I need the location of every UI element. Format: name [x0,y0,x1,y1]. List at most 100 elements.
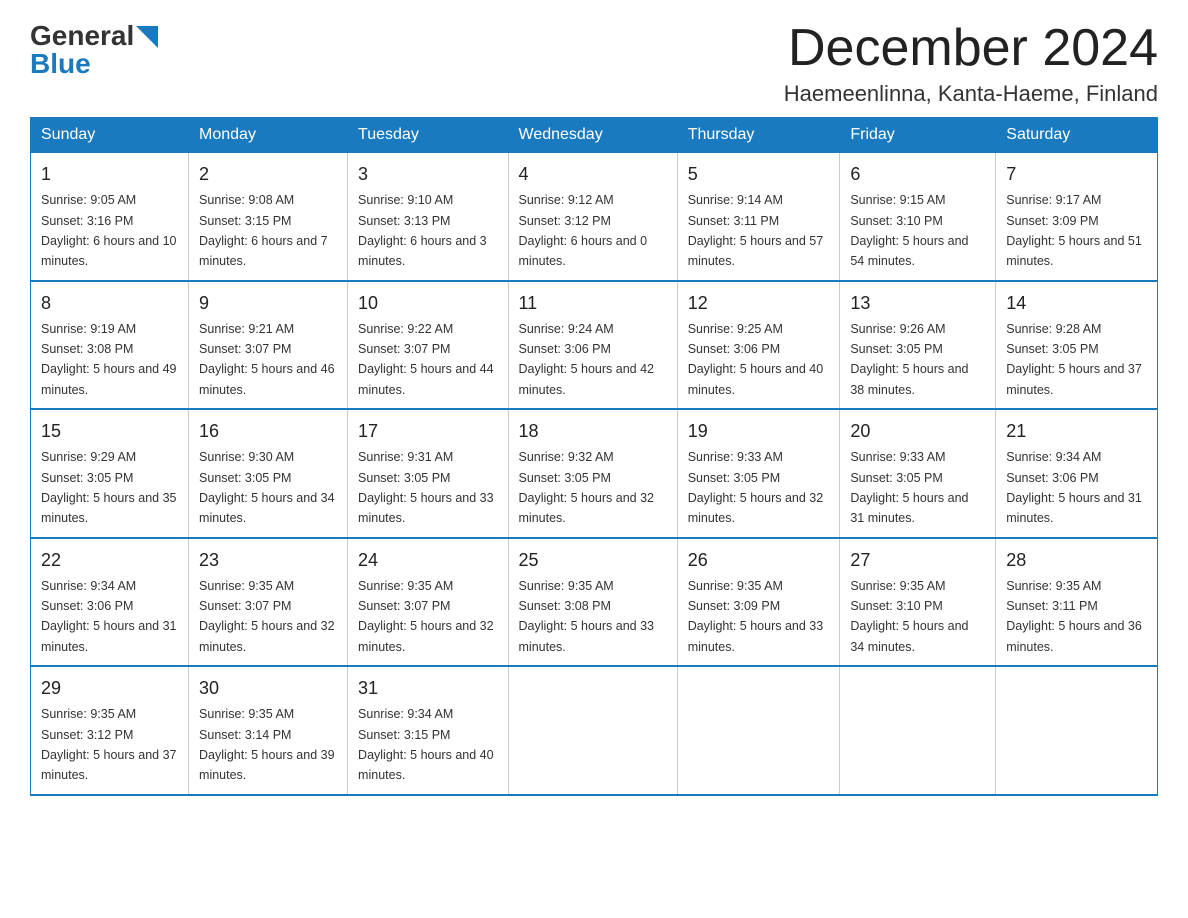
calendar-cell: 20 Sunrise: 9:33 AMSunset: 3:05 PMDaylig… [840,409,996,538]
day-number: 30 [199,675,337,702]
day-number: 8 [41,290,178,317]
calendar-cell: 28 Sunrise: 9:35 AMSunset: 3:11 PMDaylig… [996,538,1158,667]
day-info: Sunrise: 9:28 AMSunset: 3:05 PMDaylight:… [1006,322,1142,397]
day-number: 16 [199,418,337,445]
calendar-cell: 5 Sunrise: 9:14 AMSunset: 3:11 PMDayligh… [677,153,840,281]
calendar-cell: 24 Sunrise: 9:35 AMSunset: 3:07 PMDaylig… [348,538,508,667]
calendar-cell [996,666,1158,795]
calendar-cell: 23 Sunrise: 9:35 AMSunset: 3:07 PMDaylig… [189,538,348,667]
day-number: 2 [199,161,337,188]
weekday-header-row: SundayMondayTuesdayWednesdayThursdayFrid… [31,118,1158,153]
day-info: Sunrise: 9:25 AMSunset: 3:06 PMDaylight:… [688,322,824,397]
day-info: Sunrise: 9:35 AMSunset: 3:10 PMDaylight:… [850,579,968,654]
day-number: 10 [358,290,497,317]
day-info: Sunrise: 9:35 AMSunset: 3:08 PMDaylight:… [519,579,655,654]
weekday-header-friday: Friday [840,118,996,153]
calendar-cell: 15 Sunrise: 9:29 AMSunset: 3:05 PMDaylig… [31,409,189,538]
day-number: 26 [688,547,830,574]
location-subtitle: Haemeenlinna, Kanta-Haeme, Finland [784,81,1158,107]
calendar-cell: 21 Sunrise: 9:34 AMSunset: 3:06 PMDaylig… [996,409,1158,538]
day-number: 28 [1006,547,1147,574]
calendar-cell: 16 Sunrise: 9:30 AMSunset: 3:05 PMDaylig… [189,409,348,538]
calendar-cell: 6 Sunrise: 9:15 AMSunset: 3:10 PMDayligh… [840,153,996,281]
calendar-cell: 12 Sunrise: 9:25 AMSunset: 3:06 PMDaylig… [677,281,840,410]
day-number: 15 [41,418,178,445]
title-section: December 2024 Haemeenlinna, Kanta-Haeme,… [784,20,1158,107]
calendar-cell: 3 Sunrise: 9:10 AMSunset: 3:13 PMDayligh… [348,153,508,281]
calendar-cell: 13 Sunrise: 9:26 AMSunset: 3:05 PMDaylig… [840,281,996,410]
day-number: 25 [519,547,667,574]
calendar-cell [840,666,996,795]
day-number: 24 [358,547,497,574]
calendar-cell: 26 Sunrise: 9:35 AMSunset: 3:09 PMDaylig… [677,538,840,667]
day-number: 9 [199,290,337,317]
day-number: 21 [1006,418,1147,445]
calendar-week-4: 22 Sunrise: 9:34 AMSunset: 3:06 PMDaylig… [31,538,1158,667]
day-info: Sunrise: 9:33 AMSunset: 3:05 PMDaylight:… [850,450,968,525]
day-number: 11 [519,290,667,317]
logo: General Blue [30,20,158,80]
calendar-cell [508,666,677,795]
calendar-table: SundayMondayTuesdayWednesdayThursdayFrid… [30,117,1158,796]
day-info: Sunrise: 9:05 AMSunset: 3:16 PMDaylight:… [41,193,177,268]
day-number: 27 [850,547,985,574]
month-year-title: December 2024 [784,20,1158,77]
logo-arrow-icon [136,26,158,48]
calendar-cell: 7 Sunrise: 9:17 AMSunset: 3:09 PMDayligh… [996,153,1158,281]
day-info: Sunrise: 9:24 AMSunset: 3:06 PMDaylight:… [519,322,655,397]
day-info: Sunrise: 9:21 AMSunset: 3:07 PMDaylight:… [199,322,335,397]
calendar-cell: 9 Sunrise: 9:21 AMSunset: 3:07 PMDayligh… [189,281,348,410]
calendar-cell: 18 Sunrise: 9:32 AMSunset: 3:05 PMDaylig… [508,409,677,538]
calendar-cell: 25 Sunrise: 9:35 AMSunset: 3:08 PMDaylig… [508,538,677,667]
calendar-header: SundayMondayTuesdayWednesdayThursdayFrid… [31,118,1158,153]
day-info: Sunrise: 9:29 AMSunset: 3:05 PMDaylight:… [41,450,177,525]
calendar-cell: 11 Sunrise: 9:24 AMSunset: 3:06 PMDaylig… [508,281,677,410]
calendar-week-5: 29 Sunrise: 9:35 AMSunset: 3:12 PMDaylig… [31,666,1158,795]
day-info: Sunrise: 9:19 AMSunset: 3:08 PMDaylight:… [41,322,177,397]
calendar-week-3: 15 Sunrise: 9:29 AMSunset: 3:05 PMDaylig… [31,409,1158,538]
calendar-cell: 30 Sunrise: 9:35 AMSunset: 3:14 PMDaylig… [189,666,348,795]
calendar-cell: 14 Sunrise: 9:28 AMSunset: 3:05 PMDaylig… [996,281,1158,410]
calendar-week-1: 1 Sunrise: 9:05 AMSunset: 3:16 PMDayligh… [31,153,1158,281]
calendar-cell: 1 Sunrise: 9:05 AMSunset: 3:16 PMDayligh… [31,153,189,281]
day-info: Sunrise: 9:32 AMSunset: 3:05 PMDaylight:… [519,450,655,525]
day-info: Sunrise: 9:33 AMSunset: 3:05 PMDaylight:… [688,450,824,525]
calendar-cell: 17 Sunrise: 9:31 AMSunset: 3:05 PMDaylig… [348,409,508,538]
day-info: Sunrise: 9:15 AMSunset: 3:10 PMDaylight:… [850,193,968,268]
day-info: Sunrise: 9:12 AMSunset: 3:12 PMDaylight:… [519,193,648,268]
day-info: Sunrise: 9:35 AMSunset: 3:14 PMDaylight:… [199,707,335,782]
day-number: 31 [358,675,497,702]
day-info: Sunrise: 9:30 AMSunset: 3:05 PMDaylight:… [199,450,335,525]
day-info: Sunrise: 9:31 AMSunset: 3:05 PMDaylight:… [358,450,494,525]
day-info: Sunrise: 9:17 AMSunset: 3:09 PMDaylight:… [1006,193,1142,268]
weekday-header-saturday: Saturday [996,118,1158,153]
day-info: Sunrise: 9:35 AMSunset: 3:11 PMDaylight:… [1006,579,1142,654]
day-info: Sunrise: 9:35 AMSunset: 3:09 PMDaylight:… [688,579,824,654]
day-number: 1 [41,161,178,188]
day-number: 19 [688,418,830,445]
weekday-header-wednesday: Wednesday [508,118,677,153]
day-number: 18 [519,418,667,445]
weekday-header-tuesday: Tuesday [348,118,508,153]
weekday-header-monday: Monday [189,118,348,153]
weekday-header-thursday: Thursday [677,118,840,153]
day-number: 17 [358,418,497,445]
day-info: Sunrise: 9:35 AMSunset: 3:12 PMDaylight:… [41,707,177,782]
calendar-cell: 10 Sunrise: 9:22 AMSunset: 3:07 PMDaylig… [348,281,508,410]
calendar-cell: 29 Sunrise: 9:35 AMSunset: 3:12 PMDaylig… [31,666,189,795]
page-header: General Blue December 2024 Haemeenlinna,… [30,20,1158,107]
day-number: 29 [41,675,178,702]
calendar-cell: 19 Sunrise: 9:33 AMSunset: 3:05 PMDaylig… [677,409,840,538]
day-number: 4 [519,161,667,188]
day-info: Sunrise: 9:10 AMSunset: 3:13 PMDaylight:… [358,193,487,268]
day-info: Sunrise: 9:26 AMSunset: 3:05 PMDaylight:… [850,322,968,397]
calendar-cell: 22 Sunrise: 9:34 AMSunset: 3:06 PMDaylig… [31,538,189,667]
logo-blue-text: Blue [30,48,91,80]
calendar-cell: 31 Sunrise: 9:34 AMSunset: 3:15 PMDaylig… [348,666,508,795]
calendar-cell: 27 Sunrise: 9:35 AMSunset: 3:10 PMDaylig… [840,538,996,667]
day-number: 14 [1006,290,1147,317]
day-info: Sunrise: 9:34 AMSunset: 3:06 PMDaylight:… [1006,450,1142,525]
calendar-cell [677,666,840,795]
day-info: Sunrise: 9:22 AMSunset: 3:07 PMDaylight:… [358,322,494,397]
day-info: Sunrise: 9:35 AMSunset: 3:07 PMDaylight:… [358,579,494,654]
